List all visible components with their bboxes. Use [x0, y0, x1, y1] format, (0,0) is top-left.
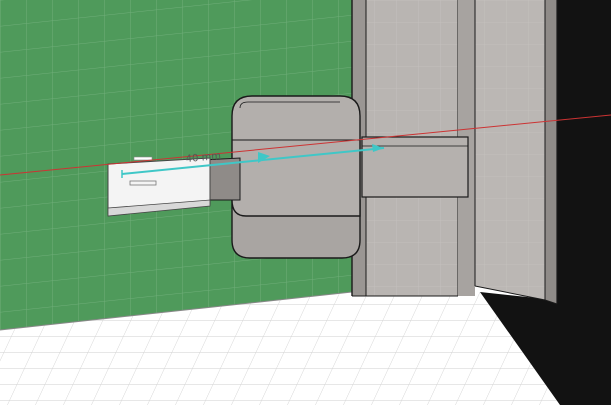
scene-canvas[interactable]: 40 mm — [0, 0, 611, 405]
steel-post-right[interactable] — [458, 0, 558, 305]
3d-viewport[interactable]: 40 mm — [0, 0, 611, 405]
